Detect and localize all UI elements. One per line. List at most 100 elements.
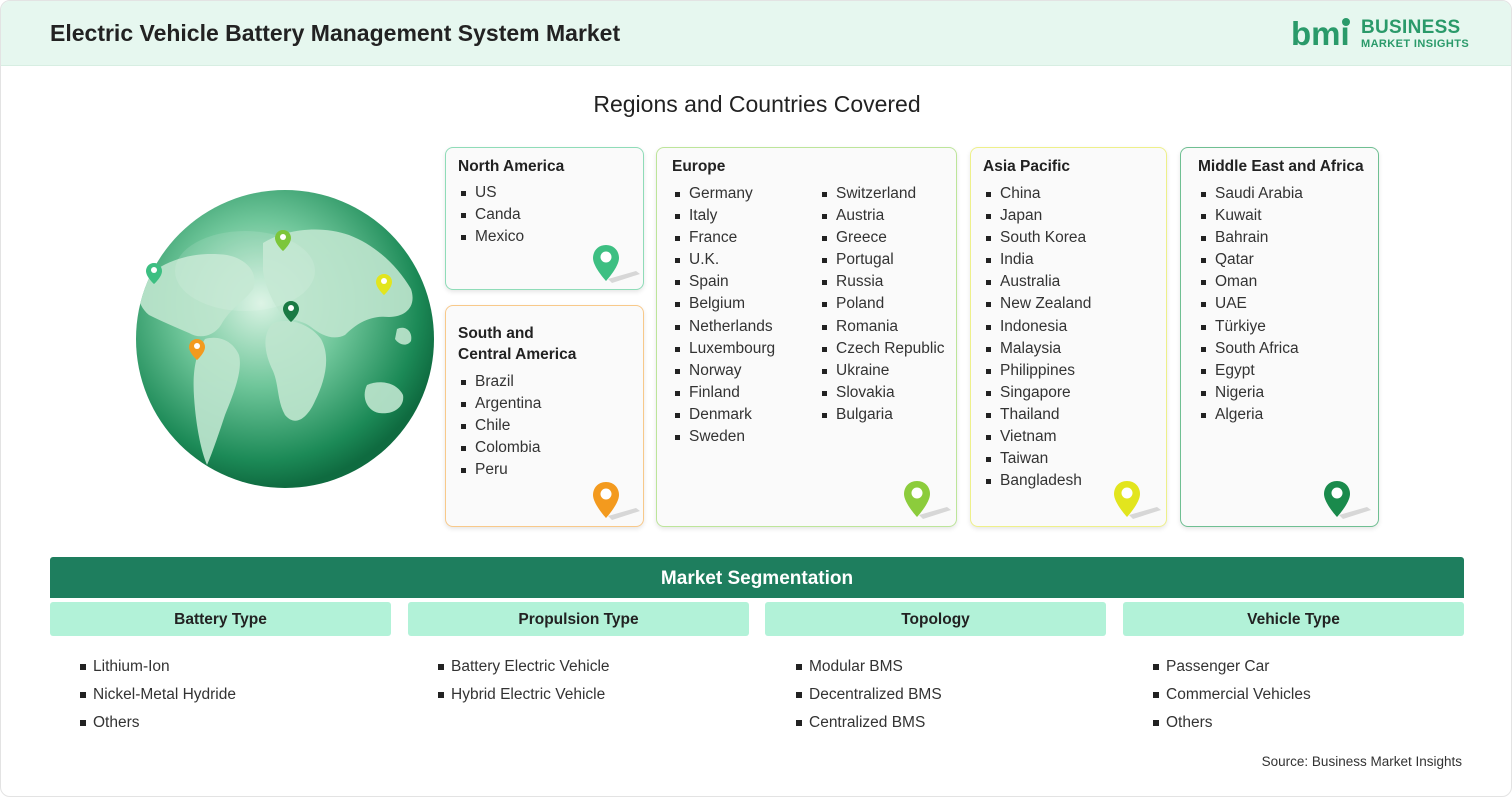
list-item: Czech Republic bbox=[819, 338, 945, 360]
list-item: Centralized BMS bbox=[796, 709, 942, 737]
segment-heading-propulsion-type: Propulsion Type bbox=[408, 602, 749, 636]
list-item: Saudi Arabia bbox=[1198, 183, 1303, 205]
region-card-middle-east-africa: Middle East and Africa Saudi Arabia Kuwa… bbox=[1180, 147, 1379, 527]
region-title: South and Central America bbox=[458, 325, 577, 363]
list-item: Italy bbox=[672, 205, 775, 227]
list-item: Lithium-Ion bbox=[80, 653, 236, 681]
list-item: UAE bbox=[1198, 293, 1303, 315]
region-title: Middle East and Africa bbox=[1198, 158, 1364, 175]
list-item: Belgium bbox=[672, 293, 775, 315]
list-item: Algeria bbox=[1198, 404, 1303, 426]
list-item: Switzerland bbox=[819, 183, 945, 205]
segment-list-battery-type: Lithium-Ion Nickel-Metal Hydride Others bbox=[80, 653, 236, 737]
list-item: New Zealand bbox=[983, 293, 1091, 315]
list-item: Malaysia bbox=[983, 338, 1091, 360]
list-item: Poland bbox=[819, 293, 945, 315]
region-title: North America bbox=[458, 158, 565, 175]
list-item: Netherlands bbox=[672, 316, 775, 338]
country-list: US Canda Mexico bbox=[458, 182, 524, 248]
bmi-logo-icon: bmi bbox=[1291, 15, 1350, 51]
list-item: Vietnam bbox=[983, 426, 1091, 448]
segment-heading-topology: Topology bbox=[765, 602, 1106, 636]
map-pin-icon bbox=[1114, 481, 1161, 519]
list-item: Others bbox=[80, 709, 236, 737]
infographic: Electric Vehicle Battery Management Syst… bbox=[0, 0, 1512, 797]
list-item: Australia bbox=[983, 271, 1091, 293]
list-item: Philippines bbox=[983, 360, 1091, 382]
list-item: Ukraine bbox=[819, 360, 945, 382]
list-item: Peru bbox=[458, 459, 541, 481]
list-item: Austria bbox=[819, 205, 945, 227]
segment-heading-vehicle-type: Vehicle Type bbox=[1123, 602, 1464, 636]
list-item: Qatar bbox=[1198, 249, 1303, 271]
list-item: Battery Electric Vehicle bbox=[438, 653, 610, 681]
segment-list-propulsion-type: Battery Electric Vehicle Hybrid Electric… bbox=[438, 653, 610, 709]
list-item: Slovakia bbox=[819, 382, 945, 404]
list-item: Bahrain bbox=[1198, 227, 1303, 249]
list-item: Türkiye bbox=[1198, 316, 1303, 338]
region-card-south-central-america: South and Central America Brazil Argenti… bbox=[445, 305, 644, 527]
regions-title: Regions and Countries Covered bbox=[593, 91, 921, 117]
list-item: Decentralized BMS bbox=[796, 681, 942, 709]
page-title: Electric Vehicle Battery Management Syst… bbox=[50, 20, 621, 46]
list-item: Chile bbox=[458, 415, 541, 437]
segment-heading-battery-type: Battery Type bbox=[50, 602, 391, 636]
region-card-europe: Europe Germany Italy France U.K. Spain B… bbox=[656, 147, 957, 527]
country-list-col1: Germany Italy France U.K. Spain Belgium … bbox=[672, 183, 775, 448]
svg-text:bmi: bmi bbox=[1291, 15, 1350, 51]
segment-list-vehicle-type: Passenger Car Commercial Vehicles Others bbox=[1153, 653, 1311, 737]
list-item: Egypt bbox=[1198, 360, 1303, 382]
country-list: Brazil Argentina Chile Colombia Peru bbox=[458, 371, 541, 481]
list-item: India bbox=[983, 249, 1091, 271]
map-pin-icon bbox=[1324, 481, 1371, 519]
list-item: US bbox=[458, 182, 524, 204]
region-title: Asia Pacific bbox=[983, 158, 1071, 175]
list-item: Commercial Vehicles bbox=[1153, 681, 1311, 709]
list-item: Kuwait bbox=[1198, 205, 1303, 227]
logo-line2: MARKET INSIGHTS bbox=[1361, 38, 1470, 50]
country-list-col2: Switzerland Austria Greece Portugal Russ… bbox=[819, 183, 945, 426]
list-item: China bbox=[983, 183, 1091, 205]
country-list: Saudi Arabia Kuwait Bahrain Qatar Oman U… bbox=[1198, 183, 1303, 426]
list-item: Greece bbox=[819, 227, 945, 249]
list-item: Hybrid Electric Vehicle bbox=[438, 681, 610, 709]
globe-icon bbox=[136, 190, 434, 488]
list-item: Sweden bbox=[672, 426, 775, 448]
region-card-north-america: North America US Canda Mexico bbox=[445, 147, 644, 290]
list-item: U.K. bbox=[672, 249, 775, 271]
header: Electric Vehicle Battery Management Syst… bbox=[1, 1, 1511, 66]
list-item: Others bbox=[1153, 709, 1311, 737]
region-title: Europe bbox=[672, 158, 726, 175]
list-item: Russia bbox=[819, 271, 945, 293]
list-item: Colombia bbox=[458, 437, 541, 459]
segmentation-title: Market Segmentation bbox=[50, 557, 1464, 598]
list-item: Singapore bbox=[983, 382, 1091, 404]
map-pin-icon bbox=[593, 482, 640, 520]
list-item: Taiwan bbox=[983, 448, 1091, 470]
list-item: South Africa bbox=[1198, 338, 1303, 360]
list-item: Oman bbox=[1198, 271, 1303, 293]
list-item: Romania bbox=[819, 316, 945, 338]
list-item: Portugal bbox=[819, 249, 945, 271]
list-item: Modular BMS bbox=[796, 653, 942, 681]
list-item: Mexico bbox=[458, 226, 524, 248]
list-item: Bangladesh bbox=[983, 470, 1091, 492]
map-pin-icon bbox=[593, 245, 640, 283]
list-item: Canda bbox=[458, 204, 524, 226]
list-item: Norway bbox=[672, 360, 775, 382]
list-item: Germany bbox=[672, 183, 775, 205]
map-pin-icon bbox=[904, 481, 951, 519]
list-item: Nickel-Metal Hydride bbox=[80, 681, 236, 709]
list-item: Argentina bbox=[458, 393, 541, 415]
list-item: South Korea bbox=[983, 227, 1091, 249]
source-note: Source: Business Market Insights bbox=[1261, 754, 1462, 769]
list-item: Passenger Car bbox=[1153, 653, 1311, 681]
list-item: Nigeria bbox=[1198, 382, 1303, 404]
list-item: Thailand bbox=[983, 404, 1091, 426]
list-item: Luxembourg bbox=[672, 338, 775, 360]
list-item: Brazil bbox=[458, 371, 541, 393]
region-card-asia-pacific: Asia Pacific China Japan South Korea Ind… bbox=[970, 147, 1167, 527]
list-item: Finland bbox=[672, 382, 775, 404]
list-item: Spain bbox=[672, 271, 775, 293]
list-item: Japan bbox=[983, 205, 1091, 227]
